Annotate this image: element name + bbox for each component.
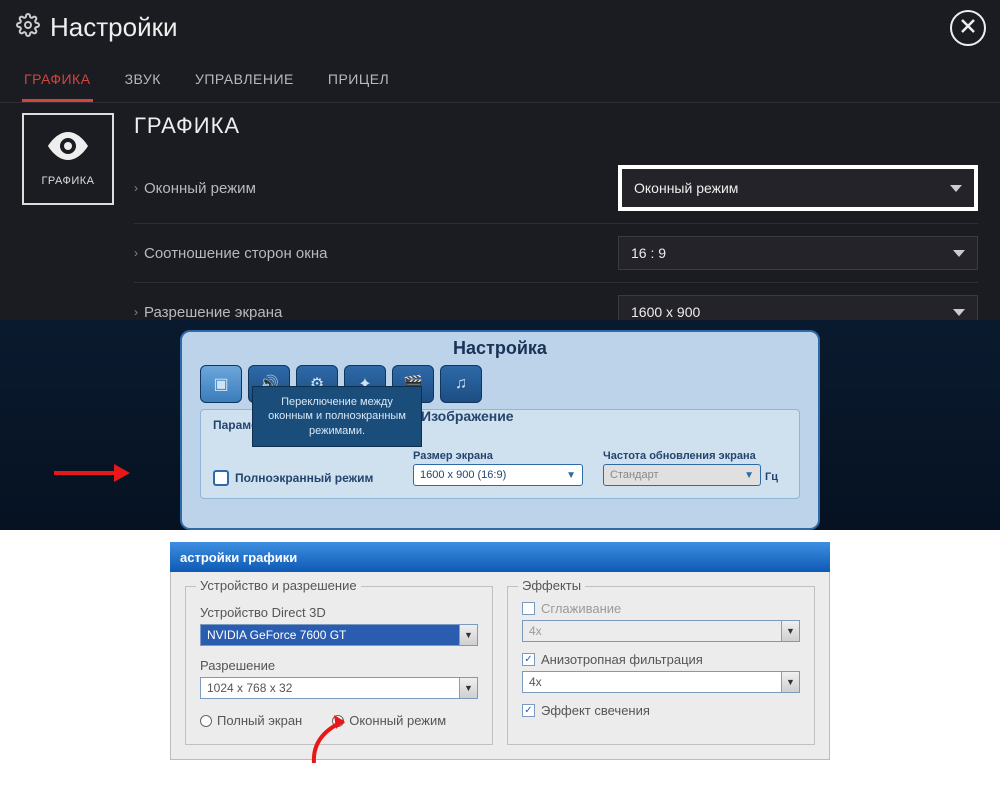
chevron-down-icon [950, 185, 962, 192]
group-title: Эффекты [518, 578, 585, 593]
row-label: Разрешение экрана [144, 304, 282, 321]
settings-panel-2-wrap: Настройка ▣ 🔊 ⚙ ✦ 🎬 ♫ Переключение между… [0, 320, 1000, 530]
settings-panel-3: астройки графики Устройство и разрешение… [170, 542, 830, 800]
radio-fullscreen[interactable]: Полный экран [200, 713, 302, 728]
chevron-down-icon: ▼ [781, 672, 799, 692]
card-label: ГРАФИКА [41, 175, 94, 187]
chevron-right-icon: › [134, 181, 138, 195]
settings-panel-3-wrap: астройки графики Устройство и разрешение… [0, 530, 1000, 800]
dropdown-aspect-ratio[interactable]: 16 : 9 [618, 236, 978, 270]
checkbox-label: Сглаживание [541, 601, 621, 616]
dropdown-refresh-rate: Стандарт ▼ [603, 464, 761, 486]
radio-windowed[interactable]: Оконный режим [332, 713, 446, 728]
chevron-down-icon: ▼ [781, 621, 799, 641]
row-aspect-ratio: › Соотношение сторон окна 16 : 9 [134, 224, 978, 283]
display-icon: ▣ [213, 374, 228, 394]
group-title: Устройство и разрешение [196, 578, 361, 593]
dropdown-device[interactable]: NVIDIA GeForce 7600 GT ▼ [200, 624, 478, 646]
settings-title: Настройки [50, 12, 178, 43]
close-icon [960, 18, 976, 39]
dropdown-antialiasing: 4x ▼ [522, 620, 800, 642]
dropdown-resolution[interactable]: 1024 x 768 x 32 ▼ [200, 677, 478, 699]
tab-display[interactable]: ▣ [200, 365, 242, 403]
chevron-down-icon [953, 309, 965, 316]
checkbox-glow[interactable]: ✓ [522, 704, 535, 717]
field-label: Размер экрана [413, 450, 583, 462]
chevron-down-icon: ▼ [459, 625, 477, 645]
section-title: ГРАФИКА [134, 113, 978, 139]
panel2-title: Настройка [182, 332, 818, 365]
field-label: Частота обновления экрана [603, 450, 778, 462]
tab-graphics[interactable]: ГРАФИКА [22, 63, 93, 102]
chevron-down-icon: ▼ [744, 470, 754, 481]
tab-sound[interactable]: ЗВУК [123, 63, 163, 102]
dropdown-anisotropic[interactable]: 4x ▼ [522, 671, 800, 693]
radio-icon [332, 715, 344, 727]
hz-label: Гц [765, 471, 778, 486]
chevron-right-icon: › [134, 305, 138, 319]
dropdown-value: 16 : 9 [631, 245, 666, 261]
tab-bar: ГРАФИКА ЗВУК УПРАВЛЕНИЕ ПРИЦЕЛ [0, 55, 1000, 103]
tab-music[interactable]: ♫ [440, 365, 482, 403]
tab-controls[interactable]: УПРАВЛЕНИЕ [193, 63, 296, 102]
close-button[interactable] [950, 10, 986, 46]
chevron-down-icon [953, 250, 965, 257]
field-label: Разрешение [200, 658, 478, 673]
tab-crosshair[interactable]: ПРИЦЕЛ [326, 63, 391, 102]
settings-panel-1: Настройки ГРАФИКА ЗВУК УПРАВЛЕНИЕ ПРИЦЕЛ… [0, 0, 1000, 320]
annotation-arrow [54, 466, 134, 480]
dropdown-value: Оконный режим [634, 180, 738, 196]
dropdown-window-mode[interactable]: Оконный режим [618, 165, 978, 211]
dropdown-value: 4x [523, 624, 548, 638]
dropdown-value: 1024 x 768 x 32 [201, 681, 298, 695]
checkbox-fullscreen[interactable] [213, 470, 229, 486]
tooltip: Переключение между оконным и полноэкранн… [252, 386, 422, 447]
checkbox-label: Анизотропная фильтрация [541, 652, 703, 667]
category-card-graphics[interactable]: ГРАФИКА [22, 113, 114, 205]
dropdown-value: NVIDIA GeForce 7600 GT [201, 625, 459, 645]
gear-icon [16, 13, 50, 42]
field-label: Устройство Direct 3D [200, 605, 478, 620]
music-icon: ♫ [455, 375, 467, 393]
checkbox-label: Эффект свечения [541, 703, 650, 718]
dropdown-value: Стандарт [610, 469, 659, 481]
checkbox-label: Полноэкранный режим [235, 471, 373, 485]
chevron-down-icon: ▼ [459, 678, 477, 698]
checkbox-anisotropic[interactable]: ✓ [522, 653, 535, 666]
chevron-right-icon: › [134, 246, 138, 260]
radio-icon [200, 715, 212, 727]
dropdown-value: 1600 x 900 (16:9) [420, 469, 506, 481]
checkbox-antialiasing[interactable] [522, 602, 535, 615]
dropdown-value: 1600 x 900 [631, 304, 700, 320]
radio-label: Оконный режим [349, 713, 446, 728]
chevron-down-icon: ▼ [566, 470, 576, 481]
row-label: Оконный режим [144, 180, 256, 197]
row-window-mode: › Оконный режим Оконный режим [134, 153, 978, 224]
dropdown-screen-size[interactable]: 1600 x 900 (16:9) ▼ [413, 464, 583, 486]
row-label: Соотношение сторон окна [144, 245, 327, 262]
content-title: Изображение [421, 408, 514, 424]
settings-panel-2: Настройка ▣ 🔊 ⚙ ✦ 🎬 ♫ Переключение между… [180, 330, 820, 530]
window-titlebar: астройки графики [170, 542, 830, 572]
radio-label: Полный экран [217, 713, 302, 728]
dropdown-value: 4x [523, 675, 548, 689]
eye-icon [46, 132, 90, 165]
